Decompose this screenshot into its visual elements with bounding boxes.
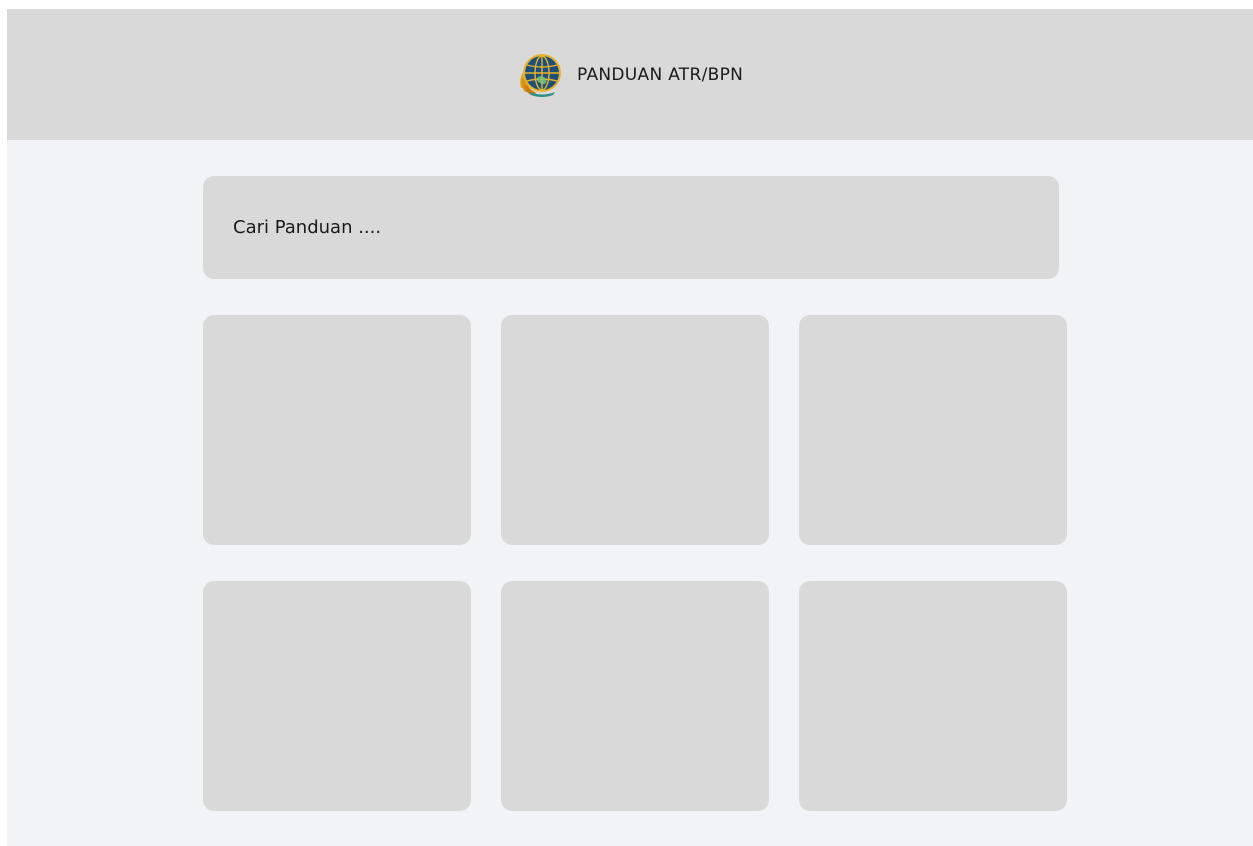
guide-card-3[interactable]: [799, 315, 1067, 545]
guide-card-1[interactable]: [203, 315, 471, 545]
guide-card-4[interactable]: [203, 581, 471, 811]
app-title: PANDUAN ATR/BPN: [577, 65, 744, 85]
brand[interactable]: PANDUAN ATR/BPN: [515, 51, 743, 99]
guide-card-6[interactable]: [799, 581, 1067, 811]
atr-bpn-logo-icon: [520, 54, 561, 97]
header-bar: PANDUAN ATR/BPN: [7, 9, 1253, 140]
guide-card-5[interactable]: [501, 581, 769, 811]
search-input[interactable]: Cari Panduan ....: [203, 176, 1059, 279]
guide-card-2[interactable]: [501, 315, 769, 545]
page: PANDUAN ATR/BPN Cari Panduan ....: [7, 9, 1253, 846]
